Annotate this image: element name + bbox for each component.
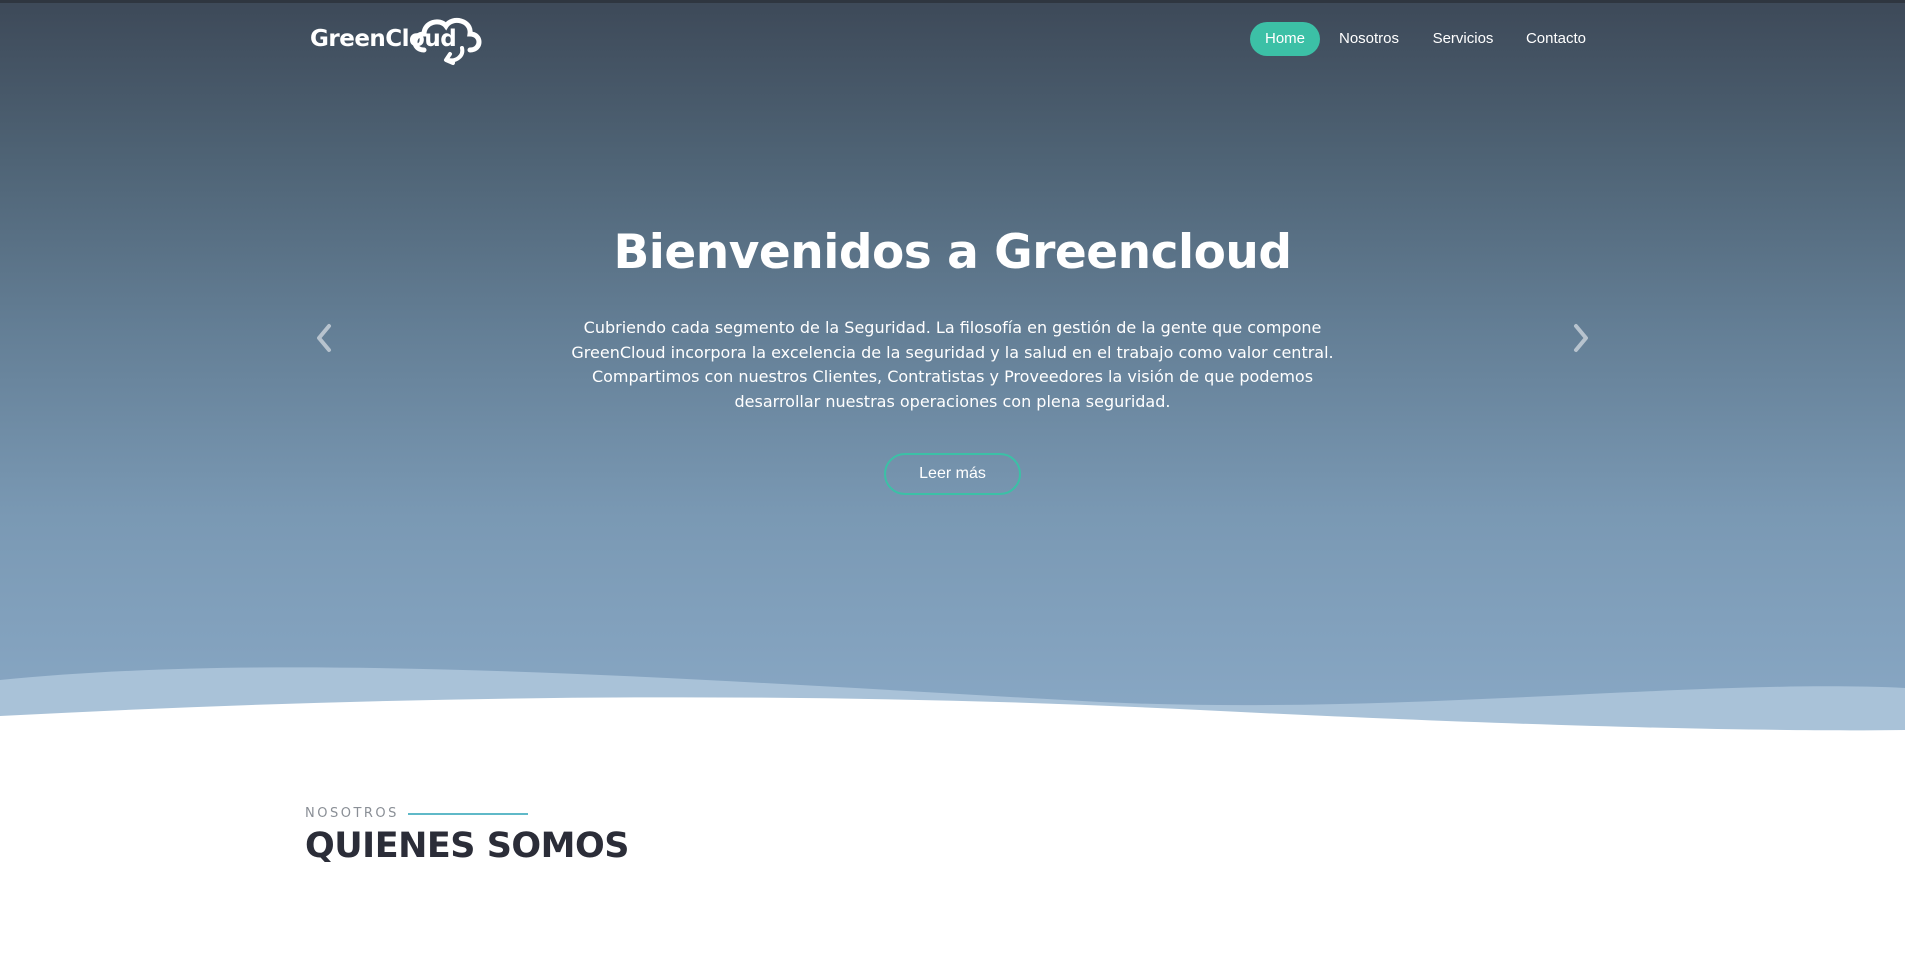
- section-title: QUIENES SOMOS: [305, 826, 629, 866]
- nav-item-nosotros[interactable]: Nosotros: [1330, 22, 1408, 56]
- nav-item-contacto[interactable]: Contacto: [1520, 22, 1592, 56]
- nav-item-servicios[interactable]: Servicios: [1428, 22, 1498, 56]
- top-border: [0, 0, 1905, 3]
- hero-slider: GreenCloud Home Nosotros Servicios Conta…: [0, 0, 1905, 740]
- read-more-button[interactable]: Leer más: [884, 453, 1021, 495]
- eyebrow-divider: [408, 813, 528, 815]
- main-nav: Home Nosotros Servicios Contacto: [0, 22, 1905, 56]
- chevron-left-icon[interactable]: [313, 322, 335, 354]
- hero-description: Cubriendo cada segmento de la Seguridad.…: [571, 318, 1334, 411]
- hero-wave-divider: [0, 667, 1905, 760]
- section-eyebrow: NOSOTROS: [305, 806, 399, 821]
- hero-title: Bienvenidos a Greencloud: [613, 225, 1292, 280]
- nav-item-home[interactable]: Home: [1250, 22, 1320, 56]
- logo-text: GreenCloud: [310, 26, 457, 52]
- chevron-right-icon[interactable]: [1570, 322, 1592, 354]
